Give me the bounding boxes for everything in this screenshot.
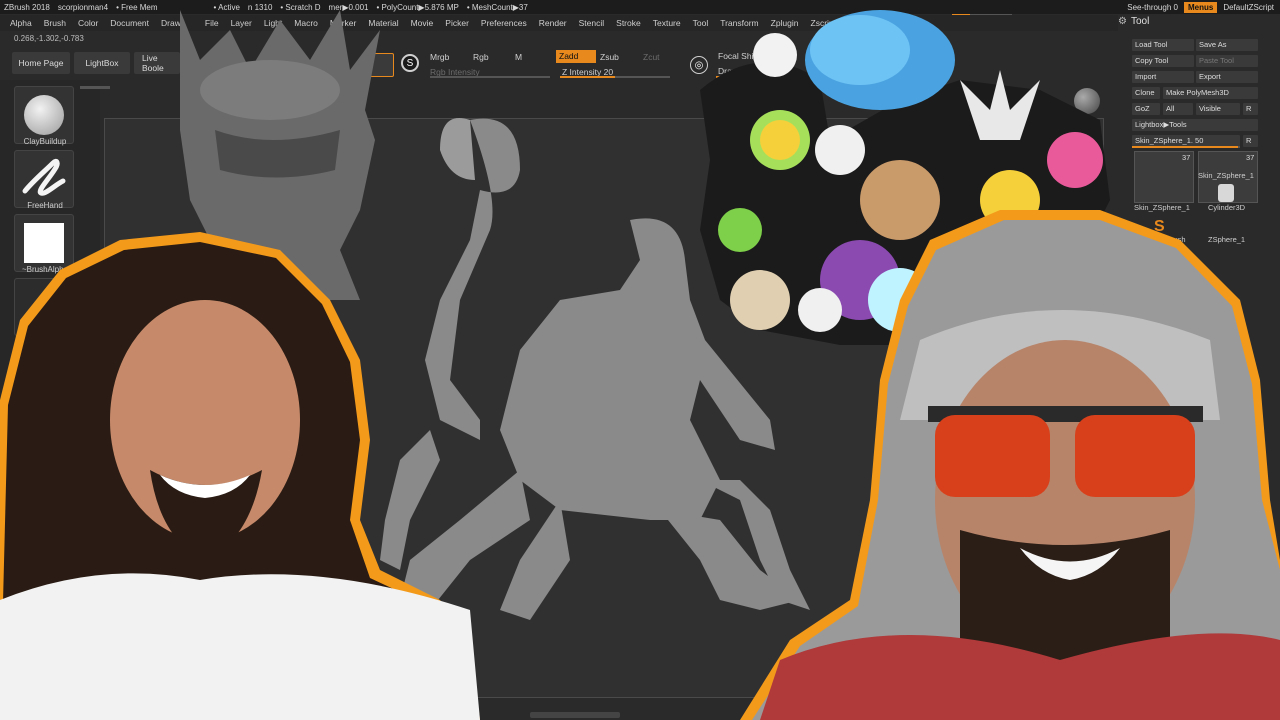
clay-buildup-brush-button[interactable] xyxy=(14,86,74,144)
menu-item[interactable]: Zscript xyxy=(811,18,837,28)
m-button[interactable]: M xyxy=(515,52,522,62)
menu-item[interactable]: Stencil xyxy=(579,18,605,28)
tool-thumb-count-2: 37 xyxy=(1246,153,1255,162)
scratch-disk: • Scratch D xyxy=(280,2,321,12)
menu-item[interactable]: Preferences xyxy=(481,18,527,28)
menu-bar: Alpha Brush Color Document Draw File Layer Ligh… xyxy=(0,15,1120,31)
menus-button[interactable]: Menus xyxy=(1183,1,1218,13)
lightbox-button[interactable]: LightBox xyxy=(74,52,130,74)
rgb-intensity-track[interactable] xyxy=(430,76,550,78)
clone-button[interactable]: Clone xyxy=(1132,87,1160,99)
make-polymesh-button[interactable]: Make PolyMesh3D xyxy=(1163,87,1258,99)
lightbox-tools-button[interactable]: Lightbox▶Tools xyxy=(1132,119,1258,131)
brush-s-icon: S xyxy=(1154,218,1165,235)
brush-alpha-button[interactable] xyxy=(14,214,74,272)
menu-item[interactable]: Tool xyxy=(693,18,709,28)
tool-palette-title: ⚙ Tool xyxy=(1118,16,1150,27)
active-mem-value: n 1310 xyxy=(247,2,273,12)
menu-item[interactable]: Color xyxy=(78,18,98,28)
canvas-scrollbar[interactable] xyxy=(530,712,620,718)
brush-tool-label: Brush xyxy=(1166,235,1186,244)
texture-button[interactable] xyxy=(14,278,74,336)
poly-count: • PolyCount▶5.876 MP xyxy=(376,2,459,12)
draw-size-track[interactable] xyxy=(716,76,756,78)
import-button[interactable]: Import xyxy=(1132,71,1194,83)
goz-all-button[interactable]: All xyxy=(1163,103,1193,115)
menu-item[interactable]: Document xyxy=(110,18,149,28)
menu-item[interactable]: Stroke xyxy=(616,18,641,28)
bpr-render-button[interactable] xyxy=(1074,88,1100,114)
title-bar: ZBrush 2018 scorpionman4 • Free Mem • Ac… xyxy=(0,0,1280,14)
app-title: ZBrush 2018 xyxy=(4,2,50,12)
file-name: scorpionman4 xyxy=(57,2,109,12)
timer: mer▶0.001 xyxy=(328,2,369,12)
menu-item[interactable]: Marker xyxy=(330,18,356,28)
switch-color-button[interactable]: SwitchColor xyxy=(13,521,56,530)
cylinder3d-label: Cylinder3D xyxy=(1208,203,1246,212)
menu-item[interactable]: Movie xyxy=(411,18,434,28)
menu-item[interactable]: Zplugin xyxy=(771,18,799,28)
clay-buildup-label: ClayBuildup xyxy=(23,137,67,146)
tool-thumb-label: Skin_ZSphere_1 xyxy=(1134,203,1190,212)
menu-item[interactable]: Alpha xyxy=(10,18,32,28)
clay-buildup-icon xyxy=(24,95,64,135)
menu-item[interactable]: Texture xyxy=(653,18,681,28)
default-zscript[interactable]: DefaultZScript xyxy=(1223,3,1274,12)
focal-shift-slider[interactable]: Focal Shift xyxy=(718,51,758,61)
mrgb-button[interactable]: Mrgb xyxy=(430,52,449,62)
gear-icon: ⚙ xyxy=(1118,16,1127,27)
texture-label: Texture xyxy=(22,329,49,338)
active-mem: • Active xyxy=(213,2,240,12)
coordinates-readout: 0.268,-1.302,-0.783 xyxy=(14,34,84,43)
tool-thumb-label-2: Skin_ZSphere_1 xyxy=(1198,171,1254,180)
goz-r-button[interactable]: R xyxy=(1243,103,1258,115)
free-mem: • Free Mem xyxy=(116,2,158,12)
document-canvas[interactable] xyxy=(104,118,1104,698)
copy-tool-button[interactable]: Copy Tool xyxy=(1132,55,1194,67)
draw-mode-button[interactable] xyxy=(370,53,394,77)
mesh-count: • MeshCount▶37 xyxy=(466,2,528,12)
paste-tool-button[interactable]: Paste Tool xyxy=(1196,55,1258,67)
z-intensity-track[interactable] xyxy=(560,76,670,78)
draw-size-slider[interactable]: Draw Size xyxy=(718,66,757,76)
menu-item[interactable]: Picker xyxy=(445,18,469,28)
export-button[interactable]: Export xyxy=(1196,71,1258,83)
menu-item[interactable]: Light xyxy=(264,18,282,28)
brush-alpha-label: ~BrushAlpha xyxy=(21,265,69,274)
menu-item[interactable]: Render xyxy=(539,18,567,28)
save-as-button[interactable]: Save As xyxy=(1196,39,1258,51)
menu-item[interactable]: Transform xyxy=(720,18,758,28)
menu-item[interactable]: Draw xyxy=(161,18,181,28)
menu-item[interactable]: Brush xyxy=(44,18,66,28)
see-through-label[interactable]: See-through 0 xyxy=(1127,3,1178,12)
live-boolean-button[interactable]: Live Boole xyxy=(134,52,180,74)
alpha-square-icon xyxy=(24,223,64,263)
goz-visible-button[interactable]: Visible xyxy=(1196,103,1240,115)
material-sphere-icon[interactable]: S xyxy=(401,54,419,72)
current-tool-value: 50 xyxy=(1195,136,1204,145)
zadd-button[interactable]: Zadd xyxy=(556,50,596,63)
rgb-button[interactable]: Rgb xyxy=(473,52,489,62)
load-tool-button[interactable]: Load Tool xyxy=(1132,39,1194,51)
cylinder-icon xyxy=(1218,184,1234,202)
focal-icon[interactable]: ◎ xyxy=(690,56,708,74)
goz-button[interactable]: GoZ xyxy=(1132,103,1160,115)
menu-item[interactable]: File xyxy=(205,18,219,28)
freehand-icon xyxy=(22,158,66,196)
alternate-button[interactable]: Alternate xyxy=(11,537,71,549)
spix-setting[interactable]: SPix 3 xyxy=(1076,118,1099,127)
tool-thumb-count: 37 xyxy=(1182,153,1191,162)
current-tool-r-button[interactable]: R xyxy=(1243,135,1258,147)
shelf-scroll[interactable] xyxy=(80,86,110,89)
zcut-button[interactable]: Zcut xyxy=(643,52,660,62)
zsphere-label: ZSphere_1 xyxy=(1208,235,1246,244)
freehand-stroke-button[interactable] xyxy=(14,150,74,208)
menu-item[interactable]: Material xyxy=(368,18,398,28)
current-tool-track[interactable] xyxy=(1132,146,1240,148)
menu-item[interactable]: Layer xyxy=(231,18,252,28)
home-page-button[interactable]: Home Page xyxy=(12,52,70,74)
menu-item[interactable]: Macro xyxy=(294,18,318,28)
zsub-button[interactable]: Zsub xyxy=(600,52,619,62)
freehand-label: FreeHand xyxy=(27,201,63,210)
